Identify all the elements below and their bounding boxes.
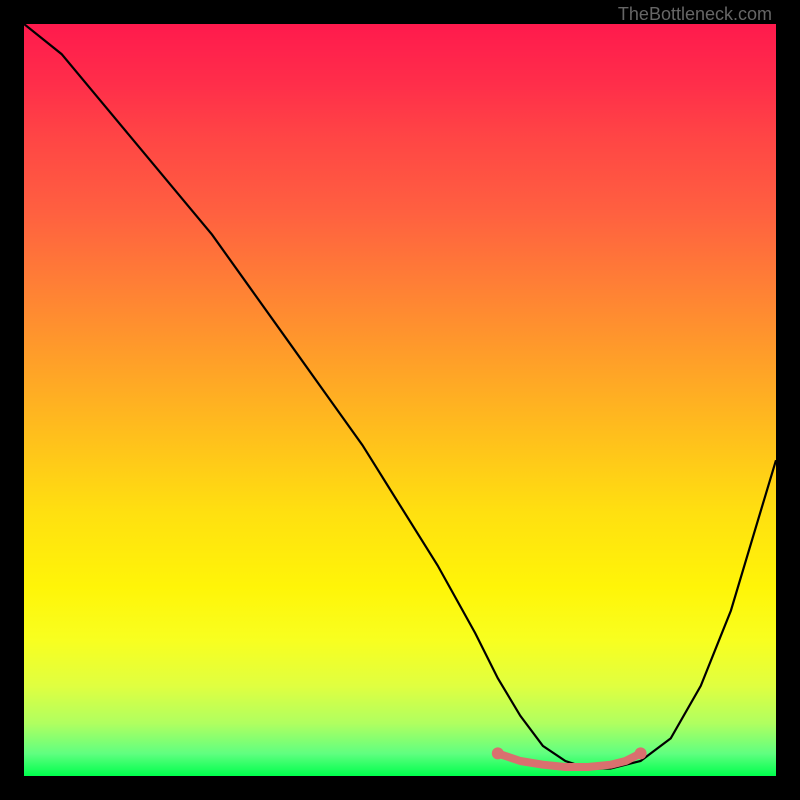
chart-container: TheBottleneck.com [0,0,800,800]
valley-highlight-line [498,753,641,767]
valley-end-dot [492,747,504,759]
valley-end-dot [635,747,647,759]
chart-svg [24,24,776,776]
valley-markers [492,747,647,767]
plot-area [24,24,776,776]
bottleneck-curve [24,24,776,769]
attribution-text: TheBottleneck.com [618,4,772,25]
